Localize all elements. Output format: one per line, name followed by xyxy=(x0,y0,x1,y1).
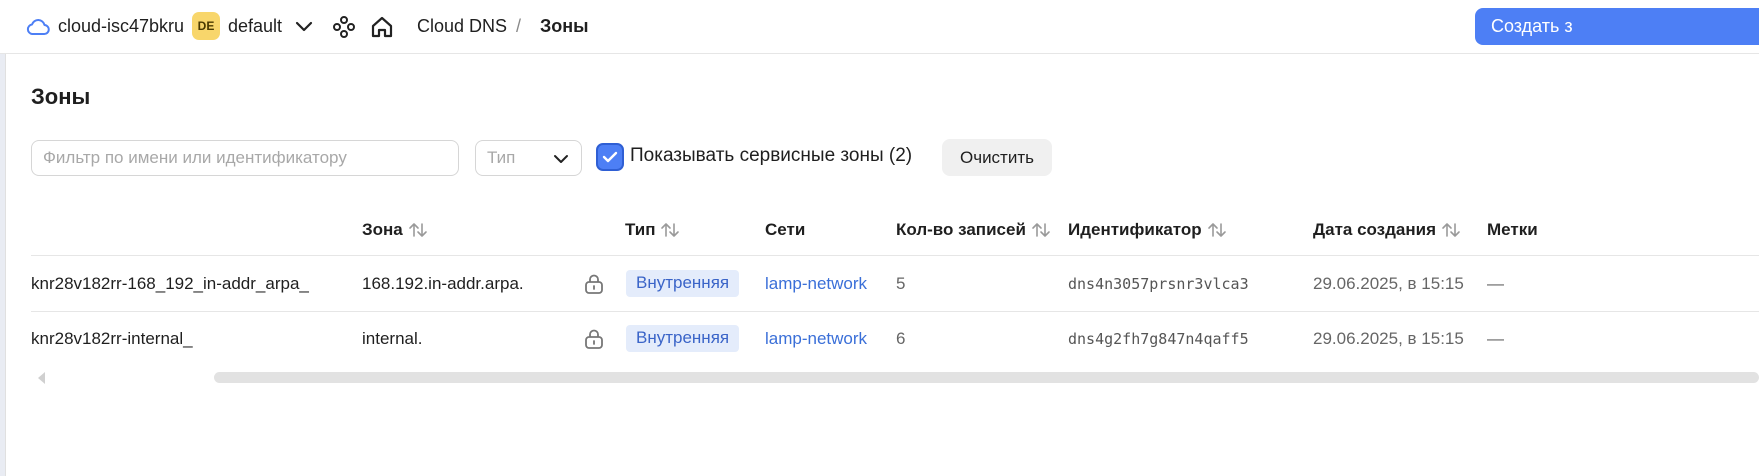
labels-value: — xyxy=(1487,274,1504,293)
table-header-divider xyxy=(31,255,1759,256)
column-label: Тип xyxy=(625,220,656,239)
breadcrumb-service[interactable]: Cloud DNS xyxy=(417,0,507,53)
type-select[interactable]: Тип xyxy=(475,140,582,176)
cloud-icon[interactable] xyxy=(26,0,50,53)
column-header-id[interactable]: Идентификатор xyxy=(1068,220,1227,240)
labels-value: — xyxy=(1487,329,1504,348)
sort-icon[interactable] xyxy=(1207,221,1227,239)
column-label: Зона xyxy=(362,220,403,239)
network-link[interactable]: lamp-network xyxy=(765,271,867,297)
zone-domain: 168.192.in-addr.arpa. xyxy=(362,274,524,293)
lock-icon xyxy=(583,326,605,352)
check-icon xyxy=(602,151,618,163)
chevron-down-icon[interactable] xyxy=(294,0,314,53)
column-label: Идентификатор xyxy=(1068,220,1202,239)
type-badge: Внутренняя xyxy=(626,269,740,297)
sort-icon[interactable] xyxy=(408,221,428,239)
column-label: Дата создания xyxy=(1313,220,1437,239)
column-header-created[interactable]: Дата создания xyxy=(1313,220,1461,240)
breadcrumb-current: Зоны xyxy=(540,16,589,36)
chevron-down-icon xyxy=(552,151,570,171)
column-header-zone[interactable]: Зона xyxy=(362,220,428,240)
scroll-left-arrow-icon[interactable] xyxy=(36,371,48,390)
page-title: Зоны xyxy=(31,84,91,109)
zone-id[interactable]: dns4n3057prsnr3vlca3 xyxy=(1068,271,1249,297)
network-link[interactable]: lamp-network xyxy=(765,326,867,352)
column-header-labels: Метки xyxy=(1487,220,1538,240)
records-count: 5 xyxy=(896,274,906,293)
home-icon[interactable] xyxy=(370,0,394,53)
created-date: 29.06.2025, в 15:15 xyxy=(1313,274,1464,293)
zone-domain: internal. xyxy=(362,329,423,348)
show-service-zones-label[interactable]: Показывать сервисные зоны (2) xyxy=(630,145,912,167)
column-label: Метки xyxy=(1487,220,1538,239)
row-divider xyxy=(31,311,1759,312)
column-header-networks: Сети xyxy=(765,220,805,240)
breadcrumb-separator: / xyxy=(516,16,522,36)
sort-icon[interactable] xyxy=(1441,221,1461,239)
lock-icon xyxy=(583,271,605,297)
cloud-name[interactable]: cloud-isc47bkru xyxy=(58,0,184,53)
services-icon[interactable] xyxy=(332,0,356,53)
column-header-type[interactable]: Тип xyxy=(625,220,680,240)
folder-badge: DE xyxy=(192,12,220,40)
created-date: 29.06.2025, в 15:15 xyxy=(1313,329,1464,348)
zone-name[interactable]: knr28v182rr-168_192_in-addr_arpa_ xyxy=(31,271,309,297)
type-badge: Внутренняя xyxy=(626,324,740,352)
create-zone-button[interactable]: Создать з xyxy=(1475,8,1759,45)
sort-icon[interactable] xyxy=(1031,221,1051,239)
sort-icon[interactable] xyxy=(660,221,680,239)
records-count: 6 xyxy=(896,329,906,348)
column-label: Сети xyxy=(765,220,806,239)
clear-button[interactable]: Очистить xyxy=(942,139,1052,176)
zone-name[interactable]: knr28v182rr-internal_ xyxy=(31,326,193,352)
horizontal-scrollbar[interactable] xyxy=(214,372,1759,383)
column-header-records[interactable]: Кол-во записей xyxy=(896,220,1051,240)
type-select-placeholder: Тип xyxy=(487,148,516,167)
show-service-zones-checkbox[interactable] xyxy=(596,143,624,171)
divider xyxy=(5,54,6,476)
search-input[interactable] xyxy=(31,140,459,176)
folder-name[interactable]: default xyxy=(228,0,282,53)
zone-id[interactable]: dns4g2fh7g847n4qaff5 xyxy=(1068,326,1249,352)
column-label: Кол-во записей xyxy=(896,220,1026,239)
